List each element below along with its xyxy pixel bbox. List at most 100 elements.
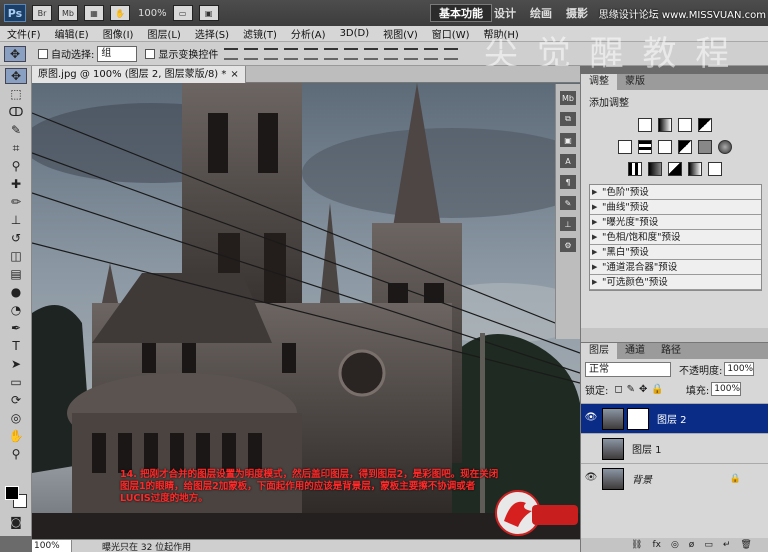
preset-channel-mixer[interactable]: "通道混合器"预设: [590, 260, 761, 275]
menu-analysis[interactable]: 分析(A): [284, 26, 333, 41]
tab-channels[interactable]: 通道: [617, 343, 653, 359]
screen-mode-button[interactable]: ▣: [198, 5, 219, 21]
status-zoom-field[interactable]: 100%: [32, 540, 72, 552]
3d-orbit-tool-icon[interactable]: ◎: [5, 410, 27, 426]
lock-icons[interactable]: ◻✎✥🔒: [614, 384, 668, 395]
document-canvas[interactable]: 14. 把刚才合并的图层设置为明度模式，然后盖印图层，得到图层2，是彩图吧。现在…: [32, 83, 580, 539]
opacity-field[interactable]: 100%: [724, 362, 755, 376]
menu-3d[interactable]: 3D(D): [333, 28, 377, 39]
adjustment-layer-icon[interactable]: ø: [689, 540, 695, 550]
menu-view[interactable]: 视图(V): [376, 26, 425, 41]
preset-selective-color[interactable]: "可选颜色"预设: [590, 275, 761, 290]
zoom-level-select[interactable]: 100%: [138, 8, 167, 19]
distribute-left-icon[interactable]: [404, 47, 419, 60]
lasso-tool-icon[interactable]: ↀ: [5, 104, 27, 120]
tab-masks[interactable]: 蒙版: [617, 74, 653, 90]
healing-brush-tool-icon[interactable]: ✚: [5, 176, 27, 192]
eyedropper-tool-icon[interactable]: ⚲: [5, 158, 27, 174]
align-hcenter-icon[interactable]: [304, 47, 319, 60]
new-group-icon[interactable]: ▭: [704, 540, 713, 550]
menu-edit[interactable]: 编辑(E): [48, 26, 96, 41]
tab-paths[interactable]: 路径: [653, 343, 689, 359]
align-vcenter-icon[interactable]: [244, 47, 259, 60]
workspace-design[interactable]: 设计: [486, 4, 524, 22]
distribute-top-icon[interactable]: [344, 47, 359, 60]
preset-exposure[interactable]: "曝光度"预设: [590, 215, 761, 230]
new-layer-icon[interactable]: ↵: [723, 540, 731, 550]
hand-tool-button[interactable]: ✋: [110, 5, 130, 21]
blur-tool-icon[interactable]: ●: [5, 284, 27, 300]
distribute-vcenter-icon[interactable]: [364, 47, 379, 60]
tab-layers[interactable]: 图层: [581, 343, 617, 359]
move-tool-preset[interactable]: ✥: [4, 45, 26, 62]
eye-icon[interactable]: 👁: [584, 412, 598, 426]
distribute-bottom-icon[interactable]: [384, 47, 399, 60]
foreground-color-swatch[interactable]: [5, 486, 19, 500]
crop-tool-icon[interactable]: ⌗: [5, 140, 27, 156]
menu-window[interactable]: 窗口(W): [425, 26, 477, 41]
exposure-icon[interactable]: [697, 118, 712, 132]
fill-field[interactable]: 100%: [711, 382, 742, 396]
blend-mode-select[interactable]: 正常: [585, 361, 671, 377]
tool-presets-icon[interactable]: ⚙: [560, 238, 576, 252]
gradient-tool-icon[interactable]: ▤: [5, 266, 27, 282]
preset-curves[interactable]: "曲线"预设: [590, 200, 761, 215]
shape-tool-icon[interactable]: ▭: [5, 374, 27, 390]
type-tool-icon[interactable]: T: [5, 338, 27, 354]
preset-hue-saturation[interactable]: "色相/饱和度"预设: [590, 230, 761, 245]
arrange-documents-button[interactable]: ▭: [172, 5, 193, 21]
layer-row[interactable]: 图层 1: [581, 433, 768, 463]
marquee-tool-icon[interactable]: ⬚: [5, 86, 27, 102]
curves-icon[interactable]: [677, 118, 692, 132]
workspace-photography[interactable]: 摄影: [558, 4, 596, 22]
align-right-icon[interactable]: [324, 47, 339, 60]
menu-help[interactable]: 帮助(H): [477, 26, 526, 41]
hue-saturation-icon[interactable]: [637, 140, 652, 154]
quick-mask-icon[interactable]: ◙: [5, 514, 27, 530]
auto-select-checkbox[interactable]: [38, 48, 48, 59]
brush-presets-icon[interactable]: ✎: [560, 196, 576, 210]
gradient-map-icon[interactable]: [687, 162, 702, 176]
menu-file[interactable]: 文件(F): [0, 26, 48, 41]
history-brush-tool-icon[interactable]: ↺: [5, 230, 27, 246]
menu-filter[interactable]: 滤镜(T): [236, 26, 284, 41]
distribute-hcenter-icon[interactable]: [424, 47, 439, 60]
black-white-icon[interactable]: [677, 140, 692, 154]
mini-bridge-button[interactable]: Mb: [58, 5, 78, 21]
vibrance-icon[interactable]: [617, 140, 632, 154]
workspace-essentials[interactable]: 基本功能: [430, 4, 492, 22]
menu-layer[interactable]: 图层(L): [140, 26, 187, 41]
character-icon[interactable]: A: [560, 154, 576, 168]
layer-mask-thumbnail[interactable]: [627, 407, 649, 430]
zoom-tool-icon[interactable]: ⚲: [5, 446, 27, 462]
add-mask-icon[interactable]: ◎: [671, 540, 679, 550]
layer-row[interactable]: 👁 背景 🔒: [581, 463, 768, 493]
eye-hidden-icon[interactable]: [584, 442, 598, 456]
document-tab[interactable]: 原图.jpg @ 100% (图层 2, 图层蒙版/8) * ×: [32, 66, 246, 83]
path-select-tool-icon[interactable]: ➤: [5, 356, 27, 372]
3d-rotate-tool-icon[interactable]: ⟳: [5, 392, 27, 408]
workspace-painting[interactable]: 绘画: [522, 4, 560, 22]
clone-source-icon[interactable]: ⊥: [560, 217, 576, 231]
layer-row[interactable]: 👁 图层 2: [581, 403, 768, 433]
align-top-icon[interactable]: [224, 47, 239, 60]
paragraph-icon[interactable]: ¶: [560, 175, 576, 189]
close-icon[interactable]: ×: [230, 66, 238, 83]
brightness-icon[interactable]: [637, 118, 652, 132]
levels-icon[interactable]: [657, 118, 672, 132]
hand-tool-icon[interactable]: ✋: [5, 428, 27, 444]
fx-icon[interactable]: fx: [652, 540, 661, 550]
navigator-icon[interactable]: ▣: [560, 133, 576, 147]
menu-select[interactable]: 选择(S): [188, 26, 236, 41]
show-transform-checkbox[interactable]: [145, 48, 156, 59]
view-extras-button[interactable]: ▦: [84, 5, 104, 21]
preset-levels[interactable]: "色阶"预设: [590, 185, 761, 200]
link-layers-icon[interactable]: ⛓: [631, 540, 642, 550]
menu-image[interactable]: 图像(I): [96, 26, 141, 41]
tab-adjustments[interactable]: 调整: [581, 74, 617, 90]
channel-mixer-icon[interactable]: [717, 140, 732, 154]
preset-black-white[interactable]: "黑白"预设: [590, 245, 761, 260]
brush-tool-icon[interactable]: ✏: [5, 194, 27, 210]
bridge-button[interactable]: Br: [32, 5, 52, 21]
clone-stamp-tool-icon[interactable]: ⊥: [5, 212, 27, 228]
